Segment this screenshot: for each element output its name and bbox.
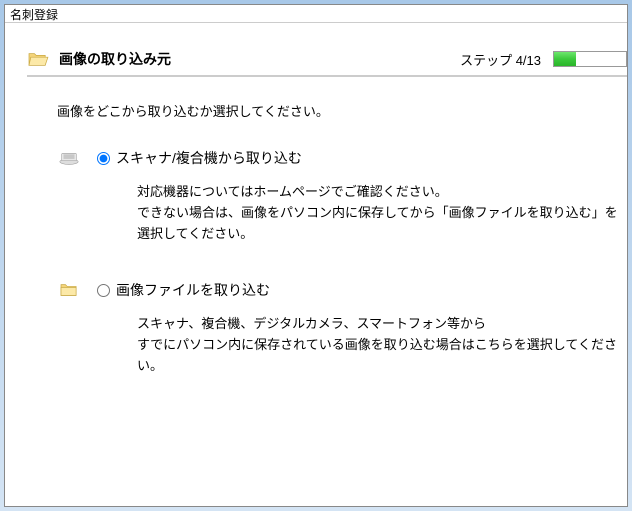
titlebar: 名刺登録 — [5, 5, 627, 23]
option-file-content: 画像ファイルを取り込む スキャナ、複合機、デジタルカメラ、スマートフォン等から … — [97, 280, 627, 376]
header-right: ステップ 4/13 — [460, 50, 627, 69]
option-scanner: スキャナ/複合機から取り込む 対応機器についてはホームページでご確認ください。 … — [57, 148, 627, 244]
progress-fill — [554, 52, 576, 66]
radio-scanner-label: スキャナ/複合機から取り込む — [116, 148, 302, 168]
file-description: スキャナ、複合機、デジタルカメラ、スマートフォン等から すでにパソコン内に保存さ… — [137, 314, 627, 376]
radio-file-row[interactable]: 画像ファイルを取り込む — [97, 280, 627, 300]
window-title: 名刺登録 — [10, 8, 58, 22]
folder-icon — [57, 280, 81, 300]
folder-open-icon — [27, 50, 49, 68]
progress-bar — [553, 51, 627, 67]
radio-file[interactable] — [97, 284, 110, 297]
content-area: 画像の取り込み元 ステップ 4/13 画像をどこから取り込むか選択してください。 — [27, 41, 627, 506]
option-file: 画像ファイルを取り込む スキャナ、複合機、デジタルカメラ、スマートフォン等から … — [57, 280, 627, 376]
dialog-window: 名刺登録 画像の取り込み元 ステップ 4/13 — [4, 4, 628, 507]
radio-scanner-row[interactable]: スキャナ/複合機から取り込む — [97, 148, 627, 168]
option-scanner-content: スキャナ/複合機から取り込む 対応機器についてはホームページでご確認ください。 … — [97, 148, 627, 244]
scanner-icon — [57, 148, 81, 168]
step-indicator: ステップ 4/13 — [460, 50, 541, 69]
scanner-desc-line1: 対応機器についてはホームページでご確認ください。 — [137, 182, 627, 203]
file-desc-line2: すでにパソコン内に保存されている画像を取り込む場合はこちらを選択してください。 — [137, 335, 627, 377]
page-title: 画像の取り込み元 — [59, 49, 171, 69]
divider — [27, 75, 627, 77]
file-desc-line1: スキャナ、複合機、デジタルカメラ、スマートフォン等から — [137, 314, 627, 335]
scanner-description: 対応機器についてはホームページでご確認ください。 できない場合は、画像をパソコン… — [137, 182, 627, 244]
instruction-text: 画像をどこから取り込むか選択してください。 — [57, 101, 627, 120]
scanner-desc-line2: できない場合は、画像をパソコン内に保存してから「画像ファイルを取り込む」を選択し… — [137, 203, 627, 245]
radio-scanner[interactable] — [97, 152, 110, 165]
header-left: 画像の取り込み元 — [27, 49, 171, 69]
radio-file-label: 画像ファイルを取り込む — [116, 280, 270, 300]
header-row: 画像の取り込み元 ステップ 4/13 — [27, 41, 627, 75]
